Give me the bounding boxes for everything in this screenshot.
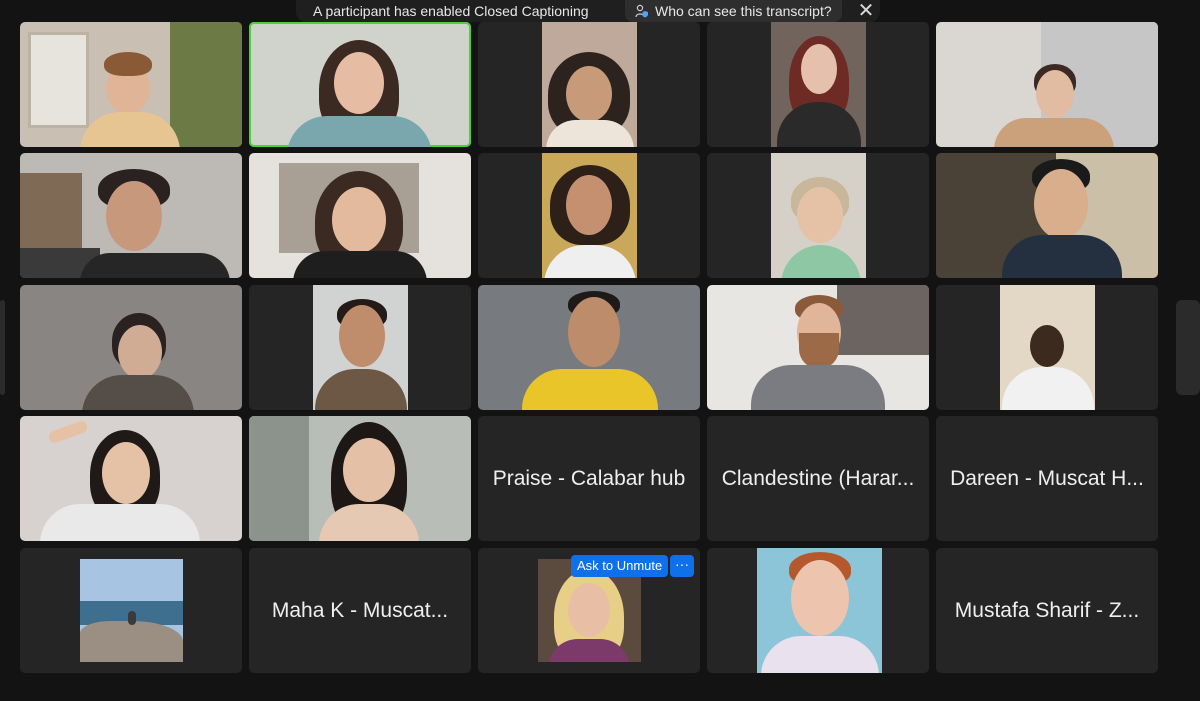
video-tile[interactable]	[478, 22, 700, 147]
who-can-see-transcript-label: Who can see this transcript?	[655, 3, 832, 19]
close-icon[interactable]: ✕	[858, 1, 875, 21]
gallery-grid: Praise - Calabar hub Clandestine (Harar.…	[0, 0, 1200, 701]
participant-name: Mustafa Sharif - Z...	[954, 598, 1140, 622]
video-tile[interactable]	[249, 416, 471, 541]
video-tile[interactable]	[249, 153, 471, 278]
more-options-button[interactable]: ···	[670, 555, 694, 577]
video-tile[interactable]	[707, 153, 929, 278]
participant-name: Clandestine (Harar...	[721, 466, 915, 490]
participant-tile[interactable]: Praise - Calabar hub	[478, 416, 700, 541]
participant-tile[interactable]	[707, 548, 929, 673]
who-can-see-transcript-button[interactable]: Who can see this transcript?	[625, 0, 842, 22]
participant-tile[interactable]: Maha K - Muscat...	[249, 548, 471, 673]
video-tile[interactable]	[20, 22, 242, 147]
video-tile-active-speaker[interactable]	[249, 22, 471, 147]
profile-picture	[80, 559, 183, 662]
profile-picture	[757, 548, 882, 673]
video-tile[interactable]	[20, 285, 242, 410]
ask-to-unmute-button[interactable]: Ask to Unmute	[571, 555, 669, 577]
participant-name: Maha K - Muscat...	[271, 598, 449, 622]
video-tile[interactable]	[20, 416, 242, 541]
participant-name: Dareen - Muscat H...	[950, 466, 1144, 490]
video-tile[interactable]	[936, 22, 1158, 147]
video-tile[interactable]	[707, 22, 929, 147]
person-shield-icon	[635, 4, 648, 18]
video-tile[interactable]	[249, 285, 471, 410]
participant-tile[interactable]: Mustafa Sharif - Z...	[936, 548, 1158, 673]
video-tile[interactable]	[707, 285, 929, 410]
video-tile[interactable]	[478, 285, 700, 410]
participant-tile[interactable]: Dareen - Muscat H...	[936, 416, 1158, 541]
participant-tile[interactable]	[20, 548, 242, 673]
video-tile[interactable]	[936, 153, 1158, 278]
video-tile[interactable]	[478, 153, 700, 278]
video-tile[interactable]	[20, 153, 242, 278]
participant-tile[interactable]: Ask to Unmute ···	[478, 548, 700, 673]
participant-tile[interactable]: Clandestine (Harar...	[707, 416, 929, 541]
closed-captioning-banner: A participant has enabled Closed Caption…	[296, 0, 880, 22]
participant-name: Praise - Calabar hub	[492, 466, 686, 490]
video-tile[interactable]	[936, 285, 1158, 410]
caption-notice-text: A participant has enabled Closed Caption…	[313, 3, 589, 19]
